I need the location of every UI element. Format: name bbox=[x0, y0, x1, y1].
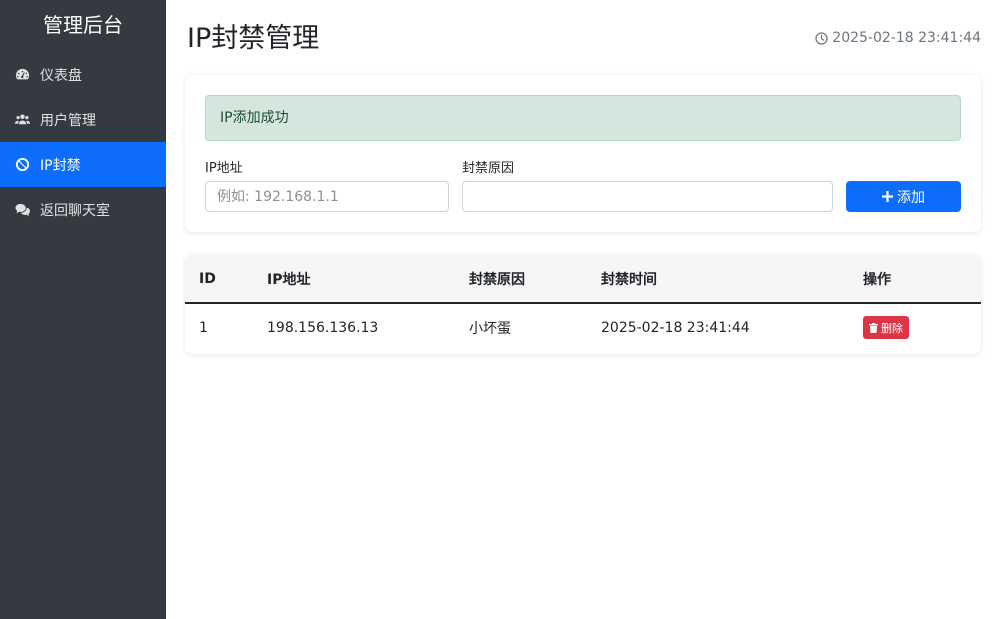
cell-time: 2025-02-18 23:41:44 bbox=[601, 319, 750, 336]
sidebar-item-label: IP封禁 bbox=[40, 157, 81, 174]
chat-icon bbox=[14, 202, 30, 218]
sidebar-item-label: 仪表盘 bbox=[40, 67, 82, 84]
main-content: IP封禁管理 2025-02-18 23:41:44 IP添加成功 IP地址 封… bbox=[166, 0, 1000, 619]
header-id: ID bbox=[185, 255, 267, 304]
current-time: 2025-02-18 23:41:44 bbox=[815, 30, 981, 46]
add-ban-form: IP添加成功 IP地址 封禁原因 添加 bbox=[185, 75, 981, 232]
success-alert: IP添加成功 bbox=[205, 95, 961, 141]
sidebar-item-back-to-chat[interactable]: 返回聊天室 bbox=[0, 187, 166, 232]
header-reason: 封禁原因 bbox=[469, 255, 601, 304]
ban-table-card: ID IP地址 封禁原因 封禁时间 操作 1 198.156.136.13 小坏… bbox=[185, 255, 981, 354]
users-icon bbox=[14, 112, 30, 128]
header-time: 封禁时间 bbox=[601, 255, 863, 304]
header-action: 操作 bbox=[863, 255, 981, 304]
time-text: 2025-02-18 23:41:44 bbox=[832, 30, 981, 46]
add-button[interactable]: 添加 bbox=[846, 181, 961, 212]
sidebar-item-users[interactable]: 用户管理 bbox=[0, 97, 166, 142]
plus-icon bbox=[882, 191, 893, 202]
ban-icon bbox=[14, 157, 30, 173]
sidebar-item-label: 返回聊天室 bbox=[40, 202, 110, 219]
add-button-label: 添加 bbox=[897, 189, 925, 206]
cell-ip: 198.156.136.13 bbox=[267, 319, 379, 336]
sidebar-item-ip-ban[interactable]: IP封禁 bbox=[0, 142, 166, 187]
cell-reason: 小坏蛋 bbox=[469, 320, 511, 337]
reason-input[interactable] bbox=[462, 181, 833, 212]
clock-icon bbox=[815, 31, 828, 45]
trash-icon bbox=[869, 322, 878, 333]
sidebar-item-dashboard[interactable]: 仪表盘 bbox=[0, 52, 166, 97]
ip-input[interactable] bbox=[205, 181, 449, 212]
ban-table: ID IP地址 封禁原因 封禁时间 操作 1 198.156.136.13 小坏… bbox=[185, 255, 981, 351]
sidebar-title: 管理后台 bbox=[43, 13, 123, 37]
delete-button[interactable]: 删除 bbox=[863, 316, 909, 339]
delete-button-label: 删除 bbox=[881, 321, 903, 335]
table-row: 1 198.156.136.13 小坏蛋 2025-02-18 23:41:44… bbox=[185, 303, 981, 351]
page-title: IP封禁管理 bbox=[187, 23, 320, 54]
cell-id: 1 bbox=[199, 319, 208, 336]
ip-label: IP地址 bbox=[205, 161, 243, 176]
table-header-row: ID IP地址 封禁原因 封禁时间 操作 bbox=[185, 255, 981, 304]
reason-label: 封禁原因 bbox=[462, 161, 515, 176]
sidebar-item-label: 用户管理 bbox=[40, 112, 96, 129]
sidebar: 管理后台 仪表盘 用户管理 IP封禁 返回聊天室 bbox=[0, 0, 166, 619]
cell-action: 删除 bbox=[863, 303, 981, 351]
dashboard-icon bbox=[14, 67, 30, 83]
header-ip: IP地址 bbox=[267, 255, 469, 304]
